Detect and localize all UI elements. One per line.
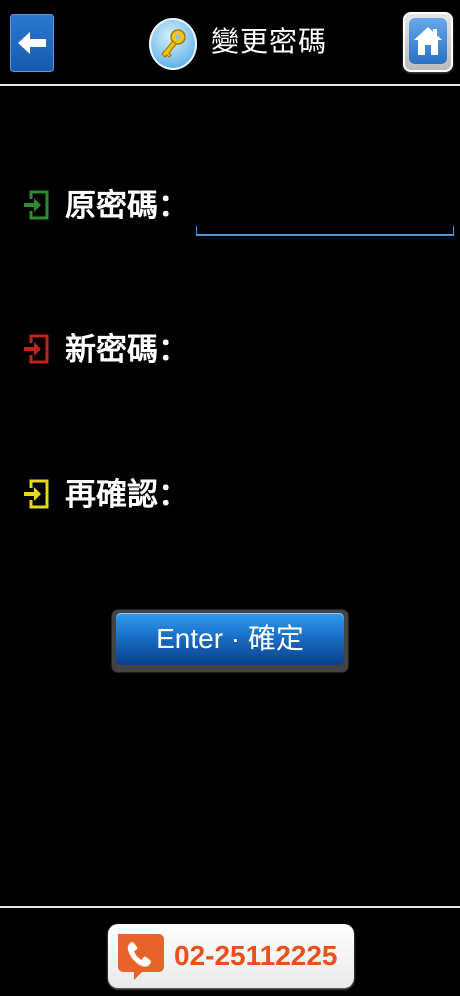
enter-arrow-icon [24,334,49,364]
footer-divider [0,906,460,908]
confirm-password-field[interactable] [196,475,454,515]
phone-call-button[interactable]: 02-25112225 [108,924,354,988]
new-password-label: 新密碼： [65,332,189,368]
enter-confirm-button[interactable]: Enter · 確定 [112,610,348,672]
new-password-field[interactable] [196,330,454,370]
phone-icon [118,934,164,980]
home-icon [414,27,442,55]
page-title: 變更密碼 [211,25,328,58]
key-icon [149,18,197,70]
old-password-label: 原密碼： [65,188,189,224]
old-password-row: 原密碼： [22,186,460,226]
back-button[interactable] [10,14,54,72]
enter-arrow-icon [24,479,49,509]
header-divider [0,84,460,86]
enter-arrow-icon [24,190,49,220]
header-bar: 變更密碼 [0,0,460,86]
old-password-field[interactable] [196,226,454,236]
phone-number: 02-25112225 [174,940,338,971]
arrow-left-icon [18,32,46,54]
confirm-password-label: 再確認： [65,477,189,513]
enter-confirm-label: Enter · 確定 [156,623,304,654]
home-button[interactable] [403,12,453,72]
